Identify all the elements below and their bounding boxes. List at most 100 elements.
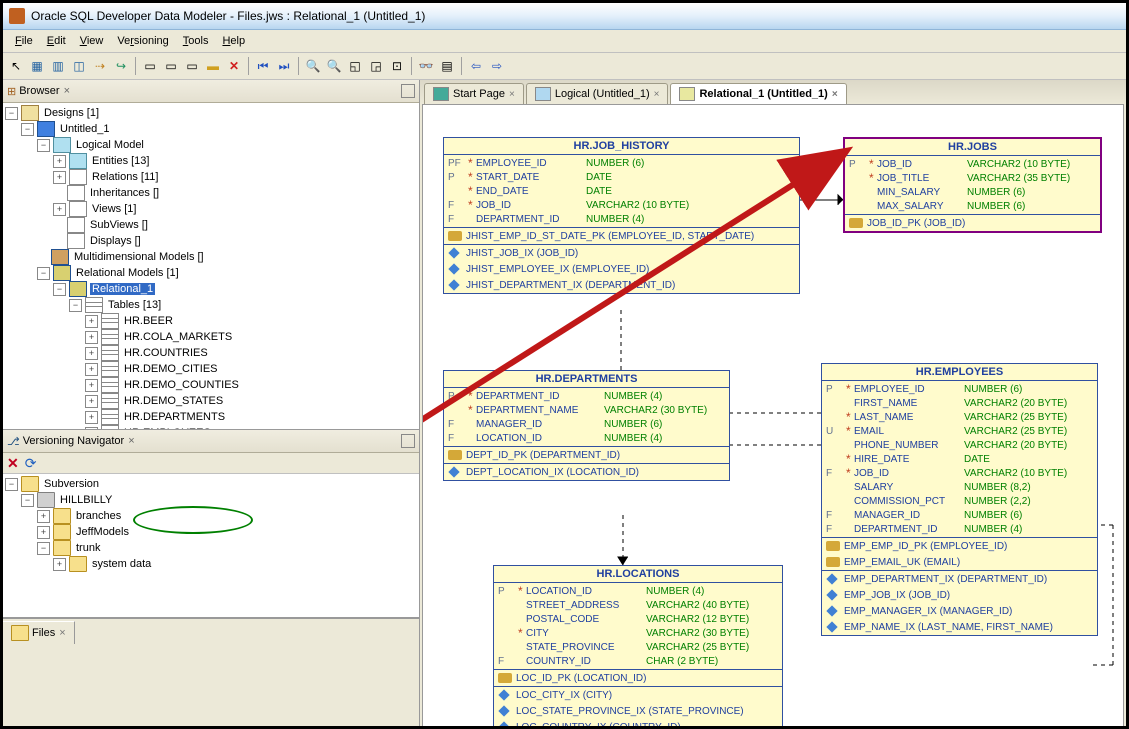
tab-logical[interactable]: Logical (Untitled_1)× <box>526 83 669 104</box>
node-relational1[interactable]: Relational_1 <box>90 283 155 295</box>
expand-icon[interactable]: − <box>37 542 50 555</box>
node-hillbilly[interactable]: HILLBILLY <box>58 494 114 506</box>
expand-icon[interactable]: + <box>53 558 66 571</box>
node-table[interactable]: HR.DEPARTMENTS <box>122 411 227 423</box>
expand-icon[interactable]: + <box>85 395 98 408</box>
menu-tools[interactable]: Tools <box>177 33 215 49</box>
tool-fk-icon[interactable]: ⇢ <box>91 57 109 75</box>
expand-icon[interactable]: − <box>5 107 18 120</box>
expand-icon[interactable]: + <box>85 411 98 424</box>
expand-icon[interactable]: + <box>85 347 98 360</box>
tool-fit2-icon[interactable]: ◲ <box>367 57 385 75</box>
expand-icon[interactable]: + <box>37 510 50 523</box>
expand-icon[interactable]: − <box>21 123 34 136</box>
tab-start-page[interactable]: Start Page× <box>424 83 524 104</box>
tool-note-icon[interactable]: ↪ <box>112 57 130 75</box>
expand-icon[interactable]: + <box>85 315 98 328</box>
node-designs[interactable]: Designs [1] <box>42 107 101 119</box>
tool-pointer-icon[interactable]: ↖ <box>7 57 25 75</box>
tool-zoom-out-icon[interactable]: 🔍 <box>325 57 343 75</box>
entity-hr-employees[interactable]: HR.EMPLOYEESP*EMPLOYEE_IDNUMBER (6)FIRST… <box>821 363 1098 636</box>
tool-prev-icon[interactable]: ⇦ <box>467 57 485 75</box>
index-row: EMP_DEPARTMENT_IX (DEPARTMENT_ID) <box>822 571 1097 587</box>
versioning-tree[interactable]: −Subversion −HILLBILLY +branches +JeffMo… <box>3 474 419 618</box>
node-multidim[interactable]: Multidimensional Models [] <box>72 251 206 263</box>
browser-tree[interactable]: −Designs [1] −Untitled_1 −Logical Model … <box>3 103 419 430</box>
expand-icon[interactable]: + <box>53 171 66 184</box>
expand-icon[interactable]: + <box>85 379 98 392</box>
versioning-close-icon[interactable]: × <box>128 435 134 447</box>
node-relmodels[interactable]: Relational Models [1] <box>74 267 181 279</box>
browser-close-icon[interactable]: × <box>64 85 70 97</box>
expand-icon[interactable]: − <box>69 299 82 312</box>
tool-zoom-in-icon[interactable]: 🔍 <box>304 57 322 75</box>
node-table[interactable]: HR.DEMO_CITIES <box>122 363 220 375</box>
tool-rect-icon[interactable]: ▬ <box>204 57 222 75</box>
menu-view[interactable]: View <box>74 33 110 49</box>
expand-icon[interactable]: + <box>53 155 66 168</box>
vn-delete-icon[interactable]: ✕ <box>7 455 19 472</box>
node-table[interactable]: HR.COLA_MARKETS <box>122 331 234 343</box>
expand-icon[interactable]: + <box>85 363 98 376</box>
menu-file[interactable]: File <box>9 33 39 49</box>
node-subversion[interactable]: Subversion <box>42 478 101 490</box>
files-close-icon[interactable]: × <box>59 627 65 639</box>
files-tab[interactable]: Files × <box>3 621 75 644</box>
node-table[interactable]: HR.DEMO_COUNTIES <box>122 379 241 391</box>
versioning-min-icon[interactable] <box>401 434 415 448</box>
close-icon[interactable]: × <box>832 89 838 100</box>
tool-split-icon[interactable]: ◫ <box>70 57 88 75</box>
node-tables[interactable]: Tables [13] <box>106 299 163 311</box>
expand-icon[interactable]: + <box>53 203 66 216</box>
expand-icon[interactable]: − <box>5 478 18 491</box>
node-inherit[interactable]: Inheritances [] <box>88 187 161 199</box>
entity-hr-departments[interactable]: HR.DEPARTMENTSP*DEPARTMENT_IDNUMBER (4)*… <box>443 370 730 481</box>
expand-icon[interactable]: − <box>53 283 66 296</box>
entity-hr-job-history[interactable]: HR.JOB_HISTORYPF*EMPLOYEE_IDNUMBER (6)P*… <box>443 137 800 294</box>
tool-box3-icon[interactable]: ▭ <box>183 57 201 75</box>
node-table[interactable]: HR.BEER <box>122 315 175 327</box>
node-untitled[interactable]: Untitled_1 <box>58 123 112 135</box>
tab-relational[interactable]: Relational_1 (Untitled_1)× <box>670 83 846 104</box>
tool-next-icon[interactable]: ⇨ <box>488 57 506 75</box>
diagram-canvas[interactable]: HR.JOB_HISTORYPF*EMPLOYEE_IDNUMBER (6)P*… <box>422 104 1124 727</box>
tool-delete-icon[interactable]: ✕ <box>225 57 243 75</box>
node-jeff[interactable]: JeffModels <box>74 526 131 538</box>
browser-min-icon[interactable] <box>401 84 415 98</box>
tool-box1-icon[interactable]: ▭ <box>141 57 159 75</box>
node-trunk[interactable]: trunk <box>74 542 102 554</box>
node-table[interactable]: HR.COUNTRIES <box>122 347 210 359</box>
expand-icon[interactable]: − <box>21 494 34 507</box>
node-entities[interactable]: Entities [13] <box>90 155 151 167</box>
tool-layers-icon[interactable]: ▤ <box>438 57 456 75</box>
menu-edit[interactable]: Edit <box>41 33 72 49</box>
tool-fit1-icon[interactable]: ◱ <box>346 57 364 75</box>
tool-last-icon[interactable]: ⏭ <box>275 57 293 75</box>
menu-versioning[interactable]: Versioning <box>111 33 174 49</box>
expand-icon[interactable]: − <box>37 267 50 280</box>
tool-fit3-icon[interactable]: ⊡ <box>388 57 406 75</box>
entity-hr-locations[interactable]: HR.LOCATIONSP*LOCATION_IDNUMBER (4)STREE… <box>493 565 783 727</box>
node-displays[interactable]: Displays [] <box>88 235 143 247</box>
tool-box2-icon[interactable]: ▭ <box>162 57 180 75</box>
tool-view-icon[interactable]: ▥ <box>49 57 67 75</box>
node-subviews[interactable]: SubViews [] <box>88 219 150 231</box>
vn-refresh-icon[interactable]: ⟳ <box>25 455 37 472</box>
tool-table-icon[interactable]: ▦ <box>28 57 46 75</box>
column-row: FCOUNTRY_IDCHAR (2 BYTE) <box>498 654 778 668</box>
entity-hr-jobs[interactable]: HR.JOBSP*JOB_IDVARCHAR2 (10 BYTE)*JOB_TI… <box>843 137 1102 233</box>
menu-help[interactable]: Help <box>216 33 251 49</box>
close-icon[interactable]: × <box>654 89 660 100</box>
expand-icon[interactable]: + <box>85 331 98 344</box>
close-icon[interactable]: × <box>509 89 515 100</box>
tool-find-icon[interactable]: 👓 <box>417 57 435 75</box>
node-logical[interactable]: Logical Model <box>74 139 146 151</box>
node-branches[interactable]: branches <box>74 510 123 522</box>
node-table[interactable]: HR.DEMO_STATES <box>122 395 225 407</box>
node-views[interactable]: Views [1] <box>90 203 138 215</box>
node-relations[interactable]: Relations [11] <box>90 171 160 183</box>
expand-icon[interactable]: + <box>37 526 50 539</box>
expand-icon[interactable]: − <box>37 139 50 152</box>
tool-first-icon[interactable]: ⏮ <box>254 57 272 75</box>
node-sysdata[interactable]: system data <box>90 558 153 570</box>
